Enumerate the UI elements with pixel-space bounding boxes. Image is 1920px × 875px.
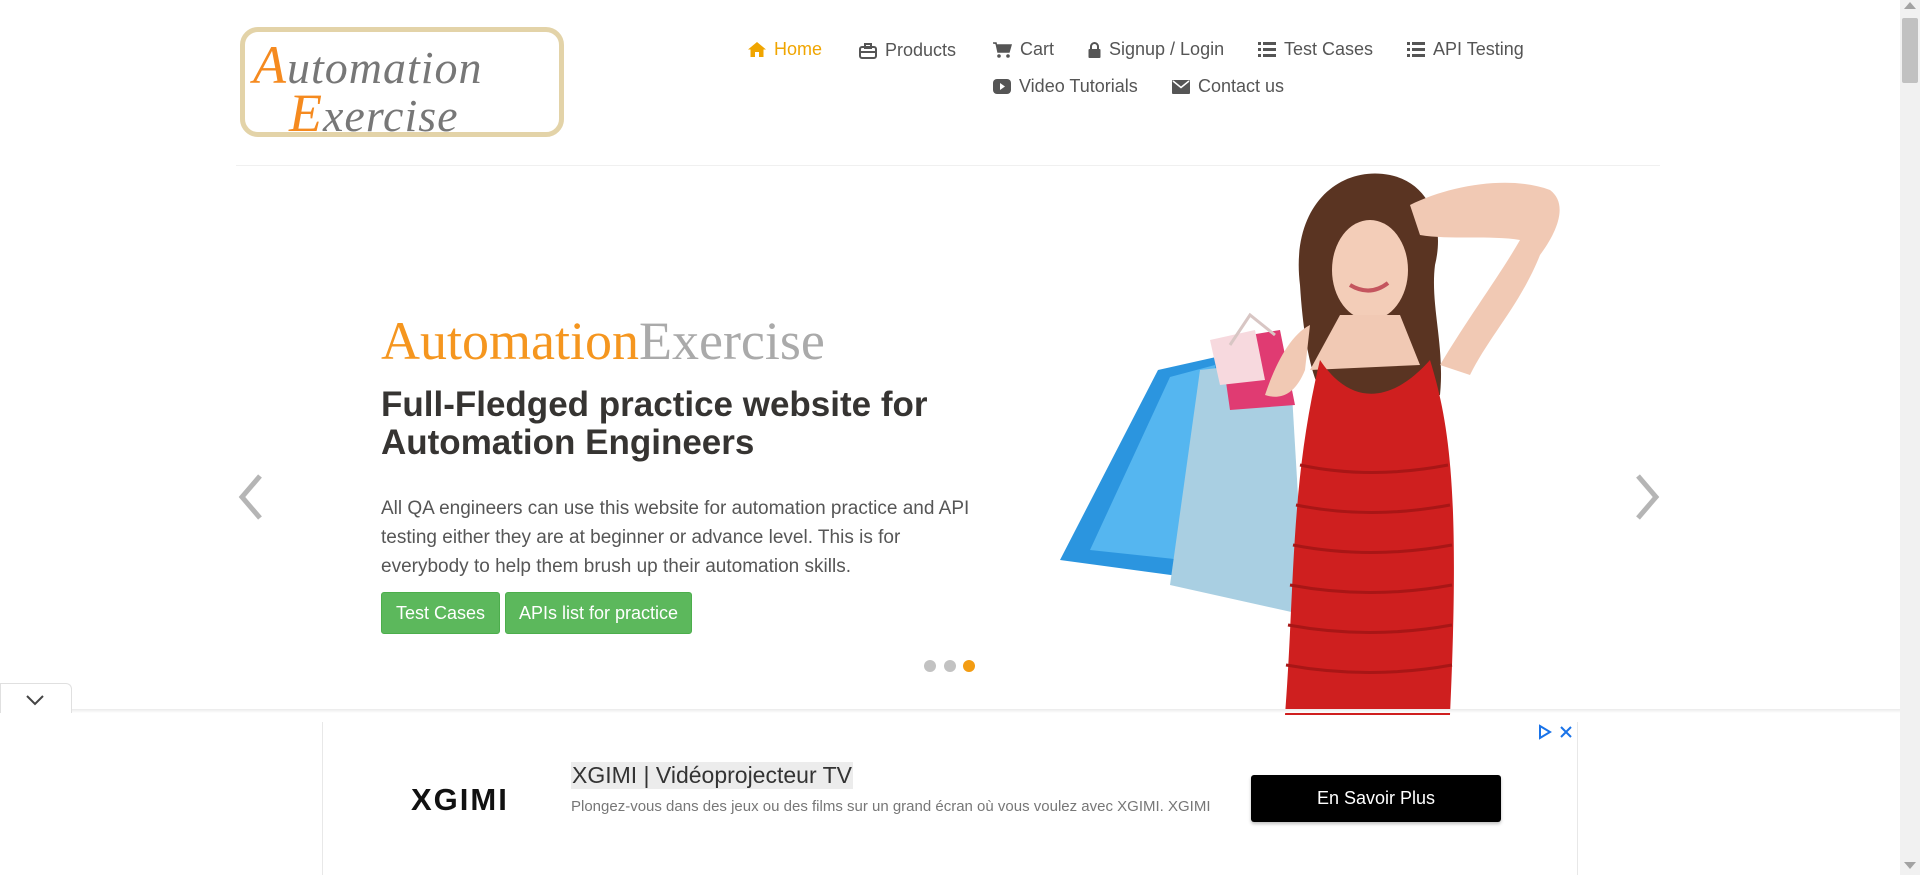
close-icon[interactable] [1560, 726, 1572, 738]
home-icon [748, 42, 766, 57]
apis-list-button[interactable]: APIs list for practice [505, 592, 692, 634]
adchoices-icon[interactable] [1538, 724, 1552, 740]
chevron-down-icon [26, 695, 44, 706]
nav-home-label: Home [774, 39, 823, 59]
nav-signup-login-label: Signup / Login [1109, 39, 1225, 59]
ad-collapse-button[interactable] [0, 683, 72, 713]
ad-divider [0, 709, 1900, 713]
carousel-indicator-1[interactable] [924, 660, 936, 672]
ad-brand-logo[interactable]: XGIMI [411, 782, 509, 818]
chevron-right-icon[interactable] [1632, 472, 1662, 522]
ad-title-link[interactable]: XGIMI | Vidéoprojecteur TV [571, 762, 853, 789]
nav-test-cases-label: Test Cases [1284, 39, 1374, 59]
list-icon [1258, 42, 1276, 57]
hero-model-image [1060, 173, 1560, 715]
cart-icon [993, 41, 1012, 58]
envelope-icon [1172, 79, 1190, 94]
nav-home[interactable]: Home [748, 39, 822, 60]
carousel-indicator-2[interactable] [944, 660, 956, 672]
test-cases-button[interactable]: Test Cases [381, 592, 500, 634]
logo-word-exercise: xercise [323, 90, 459, 141]
scroll-up-arrow-icon[interactable] [1904, 2, 1916, 9]
nav-contact-us-label: Contact us [1198, 76, 1285, 96]
logo-letter-e: E [289, 83, 323, 143]
nav-contact-us[interactable]: Contact us [1172, 76, 1284, 97]
nav-products-label: Products [885, 40, 957, 60]
nav-test-cases[interactable]: Test Cases [1258, 39, 1373, 60]
hero-title-part1: Automation [381, 311, 639, 371]
ad-description: Plongez-vous dans des jeux ou des films … [571, 798, 1211, 815]
briefcase-icon [859, 42, 877, 59]
nav-cart-label: Cart [1020, 39, 1055, 59]
site-logo[interactable]: Automation Exercise [240, 27, 564, 143]
nav-video-tutorials[interactable]: Video Tutorials [993, 76, 1138, 97]
nav-api-testing-label: API Testing [1433, 39, 1524, 59]
nav-video-tutorials-label: Video Tutorials [1019, 76, 1138, 96]
nav-cart[interactable]: Cart [993, 39, 1054, 60]
list-icon [1407, 42, 1425, 57]
chevron-left-icon[interactable] [236, 472, 266, 522]
nav-products[interactable]: Products [859, 40, 956, 61]
hero-description: All QA engineers can use this website fo… [381, 498, 970, 577]
ad-cta-button[interactable]: En Savoir Plus [1251, 775, 1501, 822]
logo-letter-a: A [253, 35, 287, 95]
hero-title: AutomationExercise [381, 310, 825, 372]
page-scrollbar[interactable] [1900, 0, 1920, 875]
youtube-play-icon [993, 79, 1011, 94]
nav-api-testing[interactable]: API Testing [1407, 39, 1524, 60]
hero-subtitle: Full-Fledged practice website for Automa… [381, 385, 928, 462]
nav-signup-login[interactable]: Signup / Login [1088, 39, 1224, 60]
carousel-indicator-3[interactable] [963, 660, 975, 672]
hero-title-part2: Exercise [638, 311, 825, 371]
scroll-down-arrow-icon[interactable] [1904, 862, 1916, 869]
lock-icon [1088, 41, 1101, 58]
scrollbar-thumb[interactable] [1902, 18, 1918, 83]
